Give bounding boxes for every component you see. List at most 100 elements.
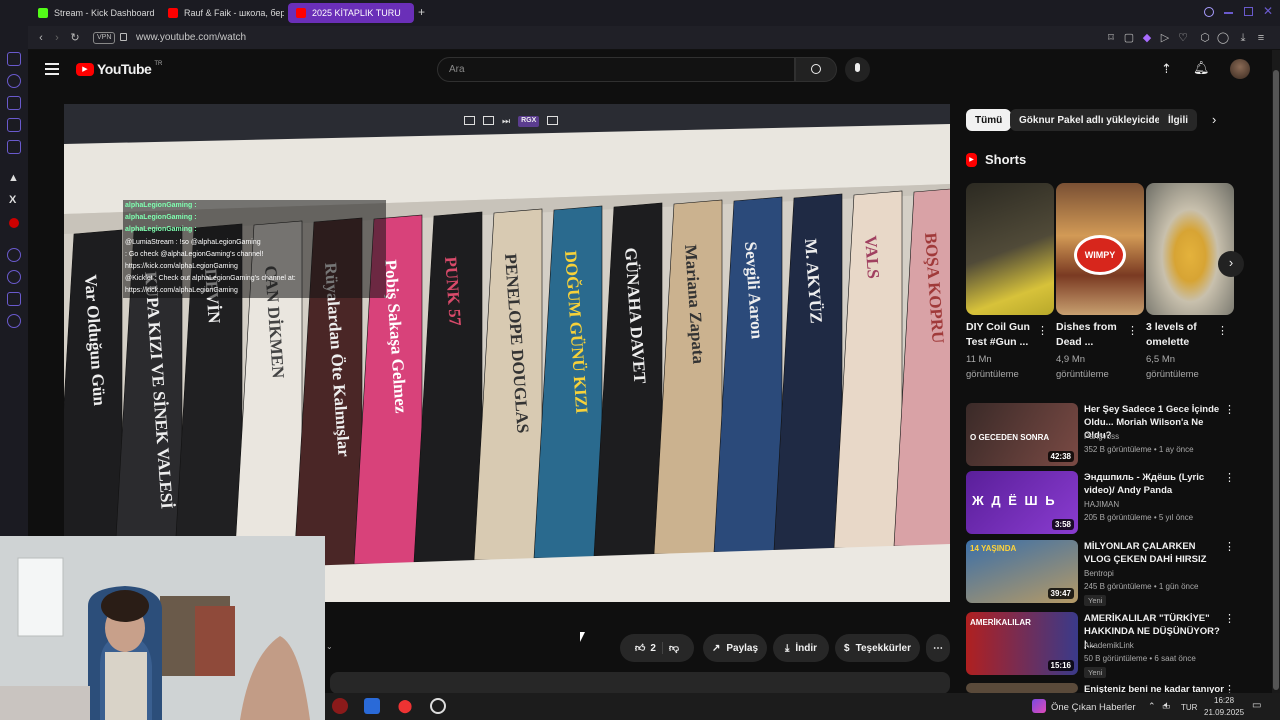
download-button[interactable]: ⤓ İndir — [773, 634, 829, 662]
rec-channel[interactable]: Pangvoss — [1084, 432, 1119, 441]
short-thumbnail[interactable] — [966, 183, 1054, 315]
chip-related[interactable]: İlgili — [1159, 109, 1197, 131]
reload-icon[interactable]: ↻ — [68, 31, 82, 45]
download-icon[interactable]: ⤓ — [1236, 31, 1250, 45]
news-widget-icon[interactable] — [1032, 699, 1046, 713]
short-title[interactable]: DIY Coil Gun Test #Gun ... — [966, 320, 1040, 350]
taskbar-app-icon[interactable] — [332, 698, 348, 714]
maximize-button[interactable] — [1244, 7, 1253, 16]
url-field[interactable]: www.youtube.com/watch — [136, 32, 246, 43]
rec-more-icon[interactable]: ⋮ — [1224, 540, 1235, 554]
sidebar-music-icon[interactable] — [7, 140, 21, 154]
taskbar-app-icon[interactable]: ⬤ — [397, 698, 413, 714]
rec-more-icon[interactable]: ⋮ — [1224, 471, 1235, 485]
rec-channel[interactable]: Bentropi — [1084, 569, 1114, 578]
notifications-bell-icon[interactable]: 🔔︎ — [1193, 60, 1210, 76]
more-actions-button[interactable]: ⋯ — [926, 634, 950, 662]
sidebar-history-icon[interactable] — [7, 74, 21, 88]
adblock-shield-icon[interactable]: ◆ — [1140, 31, 1154, 45]
sidebar-settings-icon[interactable] — [7, 314, 21, 328]
close-window-button[interactable]: ✕ — [1263, 4, 1273, 18]
chip-uploader[interactable]: Göknur Pakel adlı yükleyiciden — [1010, 109, 1176, 131]
news-widget-label[interactable]: Öne Çıkan Haberler — [1051, 702, 1135, 713]
heart-icon[interactable]: ♡ — [1176, 31, 1190, 45]
skip-icon[interactable]: ⏭ — [502, 116, 510, 127]
menu-icon[interactable]: ≡ — [1254, 31, 1268, 45]
rec-channel[interactable]: AkademikLink — [1084, 641, 1134, 650]
tray-chevron-icon[interactable]: ⌃ — [1148, 701, 1156, 712]
search-tabs-icon[interactable] — [1204, 7, 1214, 17]
rgx-button[interactable]: RGX — [518, 116, 540, 127]
rec-more-icon[interactable]: ⋮ — [1224, 403, 1235, 417]
sidebar-wallet-icon[interactable] — [7, 96, 21, 110]
input-language[interactable]: TUR — [1181, 703, 1197, 712]
pip-icon[interactable] — [464, 116, 475, 125]
tab-kitaplik-turu[interactable]: 2025 KİTAPLIK TURU — [288, 3, 414, 23]
dislike-button[interactable]: 👎︎ — [669, 642, 679, 654]
description-box[interactable] — [330, 672, 950, 694]
sidebar-clock-icon[interactable] — [7, 270, 21, 284]
upload-icon[interactable]: ⇡ — [1161, 61, 1172, 77]
chip-all[interactable]: Tümü — [966, 109, 1012, 131]
youtube-play-icon: ▶ — [76, 62, 94, 76]
sidebar-notes-icon[interactable] — [7, 118, 21, 132]
sidebar-ai-icon[interactable]: ▲ — [8, 172, 19, 184]
rec-title[interactable]: MİLYONLAR ÇALARKEN VLOG ÇEKEN DAHİ HIRSI… — [1084, 540, 1224, 566]
scrollbar-thumb[interactable] — [1273, 70, 1279, 690]
thanks-button[interactable]: $ Teşekkürler — [835, 634, 920, 662]
rec-title[interactable]: Эндшпиль - Ждёшь (Lyric video)/ Andy Pan… — [1084, 471, 1224, 497]
vpn-badge[interactable]: VPN — [93, 32, 116, 44]
account-avatar[interactable] — [1230, 59, 1250, 79]
forward-icon[interactable]: › — [50, 31, 64, 45]
short-more-icon[interactable]: ⋮ — [1127, 324, 1138, 338]
search-input[interactable]: Ara — [437, 57, 795, 82]
rec-thumbnail[interactable]: O GECEDEN SONRA 42:38 — [966, 403, 1078, 466]
sidebar-extensions-icon[interactable] — [7, 292, 21, 306]
sidebar-x-icon[interactable]: X — [9, 194, 16, 206]
taskbar-app-icon[interactable] — [430, 698, 446, 714]
notification-center-icon[interactable]: ▭ — [1252, 700, 1261, 711]
short-thumbnail[interactable]: WIMPY — [1056, 183, 1144, 315]
search-button[interactable] — [795, 57, 837, 82]
video-player[interactable]: Var Olduğun Gün KUPA KIZI VE SİNEK VALESİ… — [64, 104, 950, 602]
sidebar-downloads-icon[interactable] — [7, 248, 21, 262]
rec-thumbnail[interactable] — [966, 683, 1078, 693]
clock-date[interactable]: 21.09.2025 — [1204, 708, 1244, 717]
tab-kick-dashboard[interactable]: Stream - Kick Dashboard — [30, 3, 158, 23]
short-more-icon[interactable]: ⋮ — [1037, 324, 1048, 338]
back-icon[interactable]: ‹ — [34, 31, 48, 45]
rec-thumbnail[interactable]: Ж Д Ё Ш Ь 3:58 — [966, 471, 1078, 534]
theater-icon[interactable] — [547, 116, 559, 125]
sidebar-youtube-icon[interactable] — [9, 218, 19, 228]
youtube-logo[interactable]: ▶ YouTube TR — [76, 61, 162, 77]
popout-icon[interactable] — [483, 116, 494, 125]
hamburger-menu-icon[interactable] — [45, 63, 59, 75]
video-title-collapse-icon[interactable]: ⌄ — [326, 642, 333, 651]
clock-time[interactable]: 16:28 — [1214, 696, 1234, 705]
short-title[interactable]: Dishes from Dead ... — [1056, 320, 1130, 350]
bookmark-pin-icon[interactable]: ⌑ — [1104, 31, 1118, 45]
page-scrollbar[interactable] — [1272, 50, 1280, 693]
short-thumbnail[interactable] — [1146, 183, 1234, 315]
extensions-icon[interactable]: ⬡ — [1198, 31, 1212, 45]
snapshot-icon[interactable]: ▢ — [1122, 31, 1136, 45]
volume-icon[interactable]: 🔈︎ — [1164, 700, 1170, 711]
profile-icon[interactable]: ◯ — [1216, 31, 1230, 45]
rec-thumbnail[interactable]: 14 YAŞINDA 39:47 — [966, 540, 1078, 603]
new-tab-button[interactable]: + — [418, 5, 425, 19]
rec-more-icon[interactable]: ⋮ — [1224, 612, 1235, 626]
short-title[interactable]: 3 levels of omelette — [1146, 320, 1220, 350]
like-button[interactable]: 👍︎ 2 — [635, 642, 663, 654]
taskbar-app-icon[interactable] — [364, 698, 380, 714]
rec-channel[interactable]: HAJIMAN — [1084, 500, 1119, 509]
tab-rauf-faik[interactable]: Rauf & Faik - школа, бер — [160, 3, 284, 23]
sidebar-messenger-icon[interactable] — [7, 52, 21, 66]
minimize-button[interactable] — [1224, 12, 1233, 14]
chips-next-icon[interactable]: › — [1212, 112, 1216, 127]
shorts-next-button[interactable]: › — [1218, 251, 1244, 277]
voice-search-button[interactable] — [845, 57, 870, 82]
short-more-icon[interactable]: ⋮ — [1217, 324, 1228, 338]
share-button[interactable]: ↗ Paylaş — [703, 634, 767, 662]
play-icon[interactable]: ▷ — [1158, 31, 1172, 45]
rec-thumbnail[interactable]: AMERİKALILAR 15:16 — [966, 612, 1078, 675]
